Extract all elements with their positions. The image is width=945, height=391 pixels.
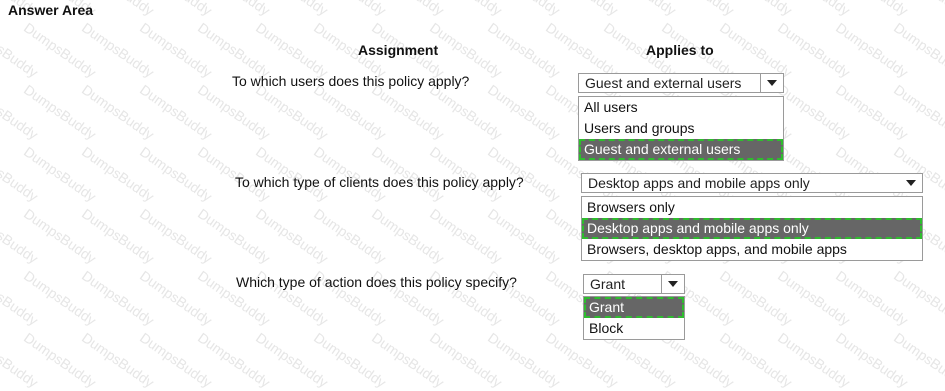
action-option-grant[interactable]: Grant [584,297,684,318]
chevron-down-icon [668,281,678,287]
action-options-list: Grant Block [583,296,685,340]
action-option-block[interactable]: Block [584,318,684,339]
users-option-guest[interactable]: Guest and external users [579,139,783,160]
question-clients: To which type of clients does this polic… [235,174,524,190]
users-dropdown[interactable]: Guest and external users [578,73,784,93]
header-assignment: Assignment [358,42,439,58]
clients-option-all[interactable]: Browsers, desktop apps, and mobile apps [582,239,922,260]
answer-area-title: Answer Area [8,2,94,18]
chevron-down-icon [767,80,777,86]
chevron-down-icon [906,180,916,186]
action-dropdown-value: Grant [590,276,626,292]
action-dropdown-button[interactable] [661,275,684,293]
users-dropdown-value: Guest and external users [585,75,742,91]
clients-dropdown[interactable]: Desktop apps and mobile apps only [581,173,923,193]
question-action: Which type of action does this policy sp… [236,274,517,290]
clients-option-desktop-mobile[interactable]: Desktop apps and mobile apps only [582,218,922,239]
clients-options-list: Browsers only Desktop apps and mobile ap… [581,196,923,261]
clients-dropdown-button[interactable] [900,174,922,192]
header-applies-to: Applies to [646,42,714,58]
users-options-list: All users Users and groups Guest and ext… [578,96,784,161]
clients-dropdown-value: Desktop apps and mobile apps only [588,175,810,191]
users-option-groups[interactable]: Users and groups [579,118,783,139]
users-option-all[interactable]: All users [579,97,783,118]
clients-option-browsers[interactable]: Browsers only [582,197,922,218]
action-dropdown[interactable]: Grant [583,274,685,294]
question-users: To which users does this policy apply? [232,73,470,89]
users-dropdown-button[interactable] [760,74,783,92]
